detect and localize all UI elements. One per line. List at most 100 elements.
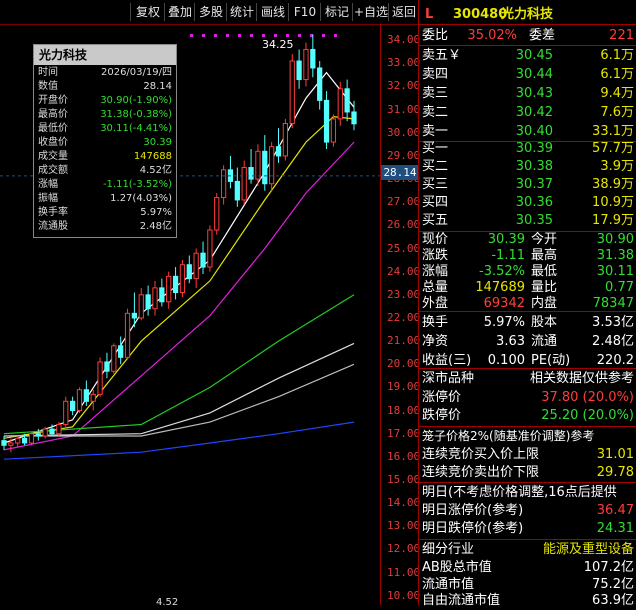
sell-level-label: 卖四 [422,67,449,82]
candle-body [186,264,192,280]
stat-row: 换手 5.97% 股本 3.53亿 [419,313,636,332]
chart-toolbar: 复权 叠加 多股 统计 画线 F10 标记 +自选 返回 [0,0,418,25]
sell-level-price: 30.42 [515,105,553,120]
buy-level-volume: 3.9万 [600,159,634,174]
price-tick: 20.00 [387,357,421,371]
candle-body [1,440,7,446]
popup-row: 流通股 2.48亿 [34,221,176,233]
popup-row: 数值 28.14 [34,81,176,93]
popup-row: 振幅 1.27(4.03%) [34,193,176,205]
popup-title: 光力科技 [34,45,176,65]
event-marker [262,34,265,37]
price-tick: 21.00 [387,334,421,348]
overlay-button[interactable]: 叠加 [164,3,195,21]
industry-link[interactable]: 能源及重型设备 [543,540,634,559]
candle-body [118,345,124,358]
candle-body [42,428,48,437]
candle-body [351,111,357,125]
stats-button[interactable]: 统计 [226,3,257,21]
tomorrow-up-row: 明日涨停价(参考) 36.47 [422,503,634,518]
bottom-partial-label: 4.52 [156,597,179,608]
draw-line-button[interactable]: 画线 [256,3,289,21]
fuquan-button[interactable]: 复权 [130,3,165,21]
popup-row-value: 147688 [133,151,172,162]
candle-body [70,400,76,412]
candle-body [21,437,28,444]
popup-row-label: 最低价 [38,123,68,134]
free-cap-row: 自由流通市值 63.9亿 [422,593,634,608]
weicha-value: 221 [609,28,634,43]
price-tick: 31.00 [387,102,421,116]
stat-value: 2.48亿 [592,334,634,349]
popup-row-value: 30.90(-1.90%) [100,95,172,106]
event-marker [250,34,253,37]
candle-body [200,252,206,268]
popup-row-value: 31.38(-0.38%) [100,109,172,120]
info-popup[interactable]: 光力科技 时间 2026/03/19/四 数值 28.14 开盘价 30.90(-1.90… [33,44,177,238]
price-tick: 30.00 [387,125,421,139]
popup-row-label: 最高价 [38,109,68,120]
candle-body [262,150,268,185]
auction-sell-row: 连续竞价卖出价下限 29.78 [422,465,634,480]
candle-body [310,48,316,69]
mark-button[interactable]: 标记 [320,3,353,21]
price-tick: 29.00 [387,148,421,162]
candle-body [317,67,323,101]
buy-level-volume: 17.9万 [592,213,634,228]
buy-level-row[interactable]: 买二 30.38 3.9万 [419,157,636,176]
popup-row-label: 流通股 [38,221,68,232]
sell-level-price: 30.44 [515,67,553,82]
candle-body [76,389,83,412]
sell-level-row[interactable]: 卖五￥ 30.45 6.1万 [419,46,636,65]
add-watchlist-button[interactable]: +自选 [352,3,389,21]
price-tick: 25.00 [387,241,421,255]
price-tick: 34.00 [387,33,421,47]
popup-row-value: 2.48亿 [139,221,172,232]
buy-level-row[interactable]: 买四 30.36 10.9万 [419,193,636,212]
sell-level-label: 卖三 [422,86,449,101]
candle-body [303,48,309,81]
sell-level-volume: 9.4万 [600,86,634,101]
candle-body [8,442,14,446]
buy-level-price: 30.36 [515,195,553,210]
buy-level-row[interactable]: 买五 30.35 17.9万 [419,211,636,230]
candle-body [193,252,199,280]
event-marker [226,34,229,37]
candle-body [207,229,213,268]
auction-buy-row: 连续竞价买入价上限 31.01 [422,447,634,462]
sell-level-row[interactable]: 卖二 30.42 7.6万 [419,103,636,122]
buy-level-row[interactable]: 买三 30.37 38.9万 [419,175,636,194]
sell-level-row[interactable]: 卖三 30.43 9.4万 [419,84,636,103]
candle-body [289,60,295,125]
multi-stock-button[interactable]: 多股 [194,3,227,21]
sell-level-label: 卖五￥ [422,48,462,63]
buy-level-volume: 38.9万 [592,177,634,192]
popup-row-value: 1.27(4.03%) [110,193,172,204]
candle-body [269,146,275,185]
industry-row[interactable]: 细分行业 能源及重型设备 [419,540,636,559]
stat-value: 3.63 [496,334,525,349]
tomorrow-note-row: 明日(不考虑价格调整,16点后提供 [422,485,617,500]
price-tick: 15.00 [387,473,421,486]
candle-body [90,393,96,402]
candle-body [56,423,62,435]
candle-body [179,264,186,294]
sell-level-volume: 6.1万 [600,48,634,63]
sell-level-volume: 7.6万 [600,105,634,120]
candle-body [131,312,138,319]
popup-row: 时间 2026/03/19/四 [34,67,176,79]
sell-level-row[interactable]: 卖四 30.44 6.1万 [419,65,636,84]
candle-body [323,99,330,143]
popup-row-label: 换手率 [38,207,68,218]
event-marker [274,34,277,37]
event-marker [202,34,205,37]
f10-button[interactable]: F10 [288,3,321,21]
back-button[interactable]: 返回 [388,3,419,21]
buy-level-row[interactable]: 买一 30.39 57.7万 [419,139,636,158]
candle-body [337,88,343,120]
candle-body [282,123,288,157]
candle-body [152,287,158,310]
limit-up-row: 涨停价 37.80 (20.0%) [422,390,634,405]
popup-row-label: 振幅 [38,193,58,204]
candle-body [234,180,240,201]
